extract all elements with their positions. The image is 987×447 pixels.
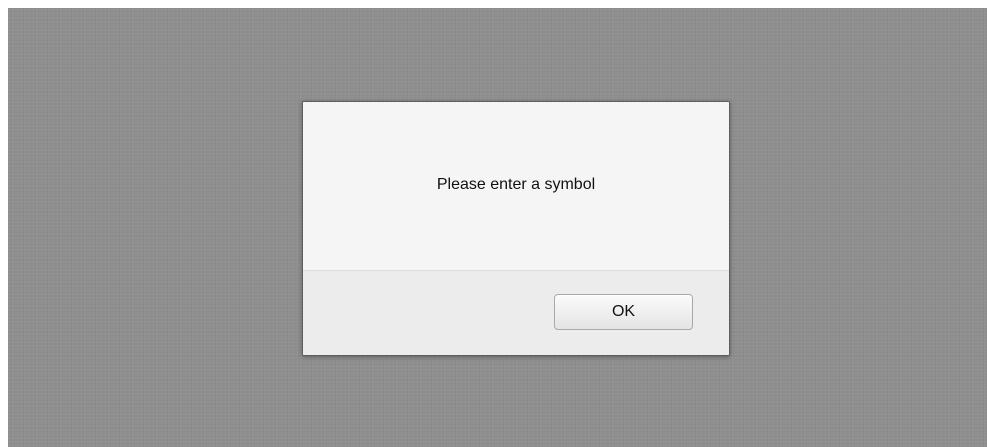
dialog-footer: OK (303, 270, 729, 355)
dialog-body: Please enter a symbol (303, 102, 729, 270)
ok-button[interactable]: OK (554, 294, 693, 330)
alert-dialog: Please enter a symbol OK (302, 101, 730, 356)
dialog-message: Please enter a symbol (436, 176, 596, 193)
